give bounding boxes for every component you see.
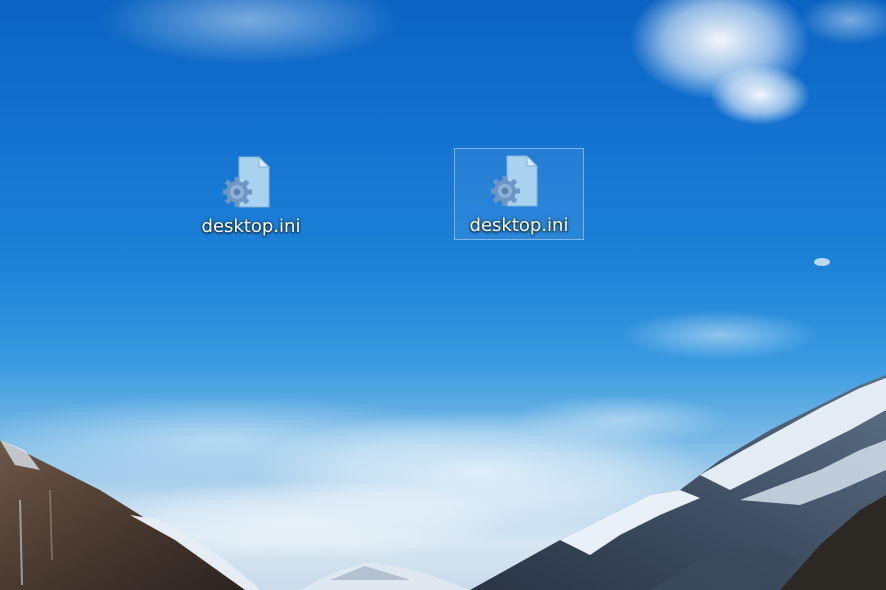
settings-file-icon — [223, 155, 271, 208]
wallpaper — [0, 0, 886, 590]
settings-file-icon — [491, 154, 539, 207]
desktop-icon-desktop-ini-2[interactable]: desktop.ini — [454, 148, 584, 240]
icon-label: desktop.ini — [469, 215, 569, 236]
icon-label: desktop.ini — [201, 216, 301, 237]
desktop[interactable]: desktop.ini desktop.ini — [0, 0, 886, 590]
desktop-icon-desktop-ini-1[interactable]: desktop.ini — [186, 150, 316, 242]
